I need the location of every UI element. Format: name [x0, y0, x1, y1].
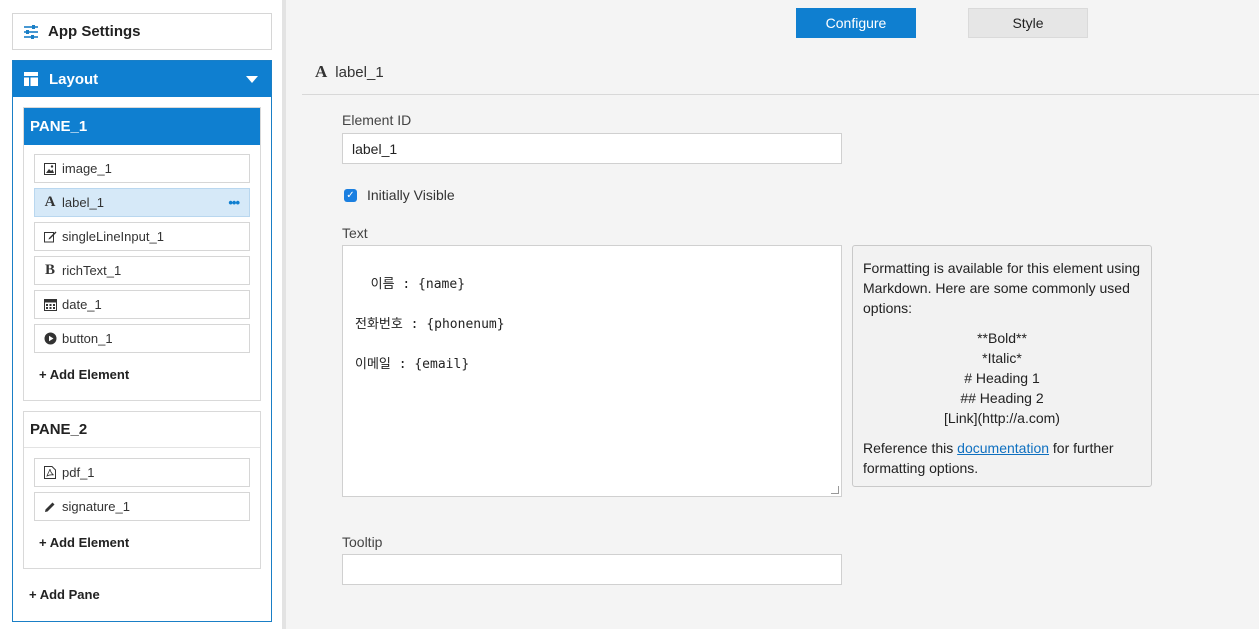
element-title-text: label_1 — [335, 63, 384, 81]
layout-icon — [24, 72, 38, 86]
initially-visible-label: Initially Visible — [367, 187, 455, 203]
pane-title[interactable]: PANE_2 — [24, 412, 260, 448]
play-circle-icon — [43, 332, 57, 346]
help-examples: **Bold** *Italic* # Heading 1 ## Heading… — [863, 328, 1141, 428]
initially-visible-row[interactable]: ✓ Initially Visible — [344, 187, 455, 203]
tab-configure[interactable]: Configure — [796, 8, 916, 38]
element-item-date-1[interactable]: date_1 — [34, 290, 250, 319]
tooltip-label: Tooltip — [342, 534, 383, 550]
app-settings-label: App Settings — [48, 23, 141, 40]
element-item-single-line-input-1[interactable]: singleLineInput_1 — [34, 222, 250, 251]
help-reference: Reference this documentation for further… — [863, 438, 1141, 478]
markdown-help-box: Formatting is available for this element… — [852, 245, 1152, 487]
calendar-icon — [43, 298, 57, 312]
text-input-value: 이름 : {name} 전화번호 : {phonenum} 이메일 : {ema… — [355, 277, 505, 372]
element-item-pdf-1[interactable]: pdf_1 — [34, 458, 250, 487]
add-element-button[interactable]: + Add Element — [39, 535, 129, 550]
element-label: singleLineInput_1 — [62, 229, 164, 244]
element-id-label: Element ID — [342, 112, 412, 128]
text-label: Text — [342, 225, 368, 241]
help-intro: Formatting is available for this element… — [863, 260, 1141, 316]
tooltip-input[interactable] — [342, 554, 842, 585]
documentation-link[interactable]: documentation — [957, 440, 1049, 456]
image-icon — [43, 162, 57, 176]
edit-icon — [43, 230, 57, 244]
element-item-signature-1[interactable]: signature_1 — [34, 492, 250, 521]
label-icon: A — [315, 62, 328, 81]
sliders-icon — [24, 24, 38, 39]
bold-icon: B — [44, 262, 55, 278]
label-icon: A — [44, 194, 56, 210]
element-item-button-1[interactable]: button_1 — [34, 324, 250, 353]
element-item-rich-text-1[interactable]: B richText_1 — [34, 256, 250, 285]
element-label: pdf_1 — [62, 465, 95, 480]
header-divider — [302, 94, 1259, 95]
help-example: # Heading 1 — [964, 370, 1040, 386]
left-panel: App Settings Layout PANE_1 image_1 A lab… — [0, 0, 282, 629]
help-example: ## Heading 2 — [960, 390, 1044, 406]
element-item-label-1[interactable]: A label_1 ••• — [34, 188, 250, 217]
pane-1[interactable]: PANE_1 image_1 A label_1 ••• singleLineI… — [23, 107, 261, 401]
help-example: [Link](http://a.com) — [944, 410, 1060, 426]
text-input[interactable]: 이름 : {name} 전화번호 : {phonenum} 이메일 : {ema… — [342, 245, 842, 497]
pane-title[interactable]: PANE_1 — [24, 108, 260, 145]
pencil-icon — [43, 500, 57, 514]
help-ref-before: Reference this — [863, 440, 958, 456]
layout-section: Layout PANE_1 image_1 A label_1 ••• sing… — [12, 60, 272, 622]
tab-style[interactable]: Style — [968, 8, 1088, 38]
element-title: A label_1 — [315, 62, 384, 82]
element-label: signature_1 — [62, 499, 130, 514]
element-item-image-1[interactable]: image_1 — [34, 154, 250, 183]
element-label: image_1 — [62, 161, 112, 176]
resize-handle-icon[interactable] — [831, 486, 839, 494]
help-example: *Italic* — [982, 350, 1022, 366]
more-options-icon[interactable]: ••• — [228, 195, 240, 210]
panel-divider[interactable] — [282, 0, 286, 629]
pdf-icon — [43, 466, 57, 480]
initially-visible-checkbox[interactable]: ✓ — [344, 188, 357, 202]
element-label: label_1 — [62, 195, 104, 210]
app-settings-button[interactable]: App Settings — [12, 13, 272, 50]
add-element-button[interactable]: + Add Element — [39, 367, 129, 382]
element-label: button_1 — [62, 331, 113, 346]
layout-label: Layout — [49, 70, 99, 88]
help-example: **Bold** — [977, 330, 1027, 346]
element-label: richText_1 — [62, 263, 122, 278]
element-label: date_1 — [62, 297, 102, 312]
pane-2[interactable]: PANE_2 pdf_1 signature_1 + Add Element — [23, 411, 261, 569]
add-pane-button[interactable]: + Add Pane — [29, 587, 100, 602]
element-id-input[interactable]: label_1 — [342, 133, 842, 164]
layout-header[interactable]: Layout — [13, 61, 271, 97]
caret-down-icon — [246, 76, 258, 83]
